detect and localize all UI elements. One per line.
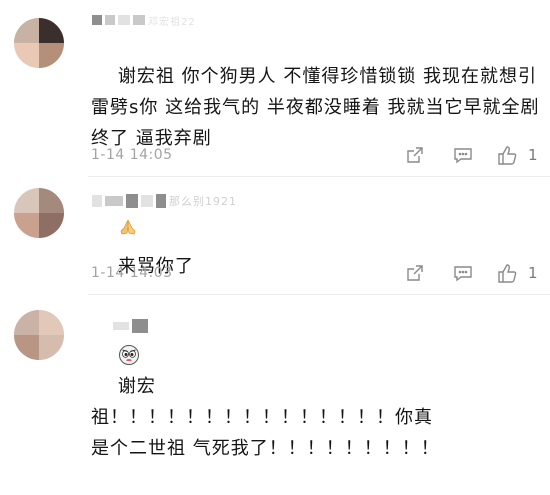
like-count: 1 (528, 146, 538, 164)
username[interactable]: 邓宏祖22 (92, 12, 196, 28)
avatar[interactable] (14, 18, 64, 68)
comment-text: 谢宏祖！！！！！！！！！！！！！！！你真是个二世祖 气死我了！！！！！！！！！ (91, 340, 451, 495)
reply-icon[interactable] (453, 263, 473, 283)
comment-item: 邓宏祖22 谢宏祖 你个狗男人 不懂得珍惜锁锁 我现在就想引雷劈s你 这给我气的… (0, 0, 550, 235)
comment-actions: 1 (405, 145, 545, 165)
share-icon[interactable] (405, 145, 425, 165)
avatar[interactable] (14, 310, 64, 360)
reply-icon[interactable] (453, 145, 473, 165)
username[interactable]: 那么别1921 (92, 193, 237, 209)
share-icon[interactable] (405, 263, 425, 283)
like-icon[interactable] (497, 263, 517, 283)
username[interactable] (113, 318, 151, 334)
like-count: 1 (528, 264, 538, 282)
like-icon[interactable] (497, 145, 517, 165)
username-text: 邓宏祖22 (148, 16, 196, 28)
avatar[interactable] (14, 188, 64, 238)
comment-body: 谢宏祖 你个狗男人 不懂得珍惜锁锁 我现在就想引雷劈s你 这给我气的 半夜都没睡… (91, 66, 540, 149)
comment-actions: 1 (405, 263, 545, 283)
comment-time: 1-14 14:05 (91, 147, 173, 163)
username-text: 那么别1921 (169, 195, 237, 208)
comment-time: 1-14 14:03 (91, 265, 173, 281)
divider (88, 294, 550, 295)
comment-item: 那么别1921 来骂你了 1-14 14:03 1 (0, 178, 550, 365)
comment-item: 谢宏祖！！！！！！！！！！！！！！！你真是个二世祖 气死我了！！！！！！！！！ (0, 296, 550, 459)
comment-body: 谢宏祖！！！！！！！！！！！！！！！你真是个二世祖 气死我了！！！！！！！！！ (91, 376, 440, 459)
divider (88, 176, 550, 177)
